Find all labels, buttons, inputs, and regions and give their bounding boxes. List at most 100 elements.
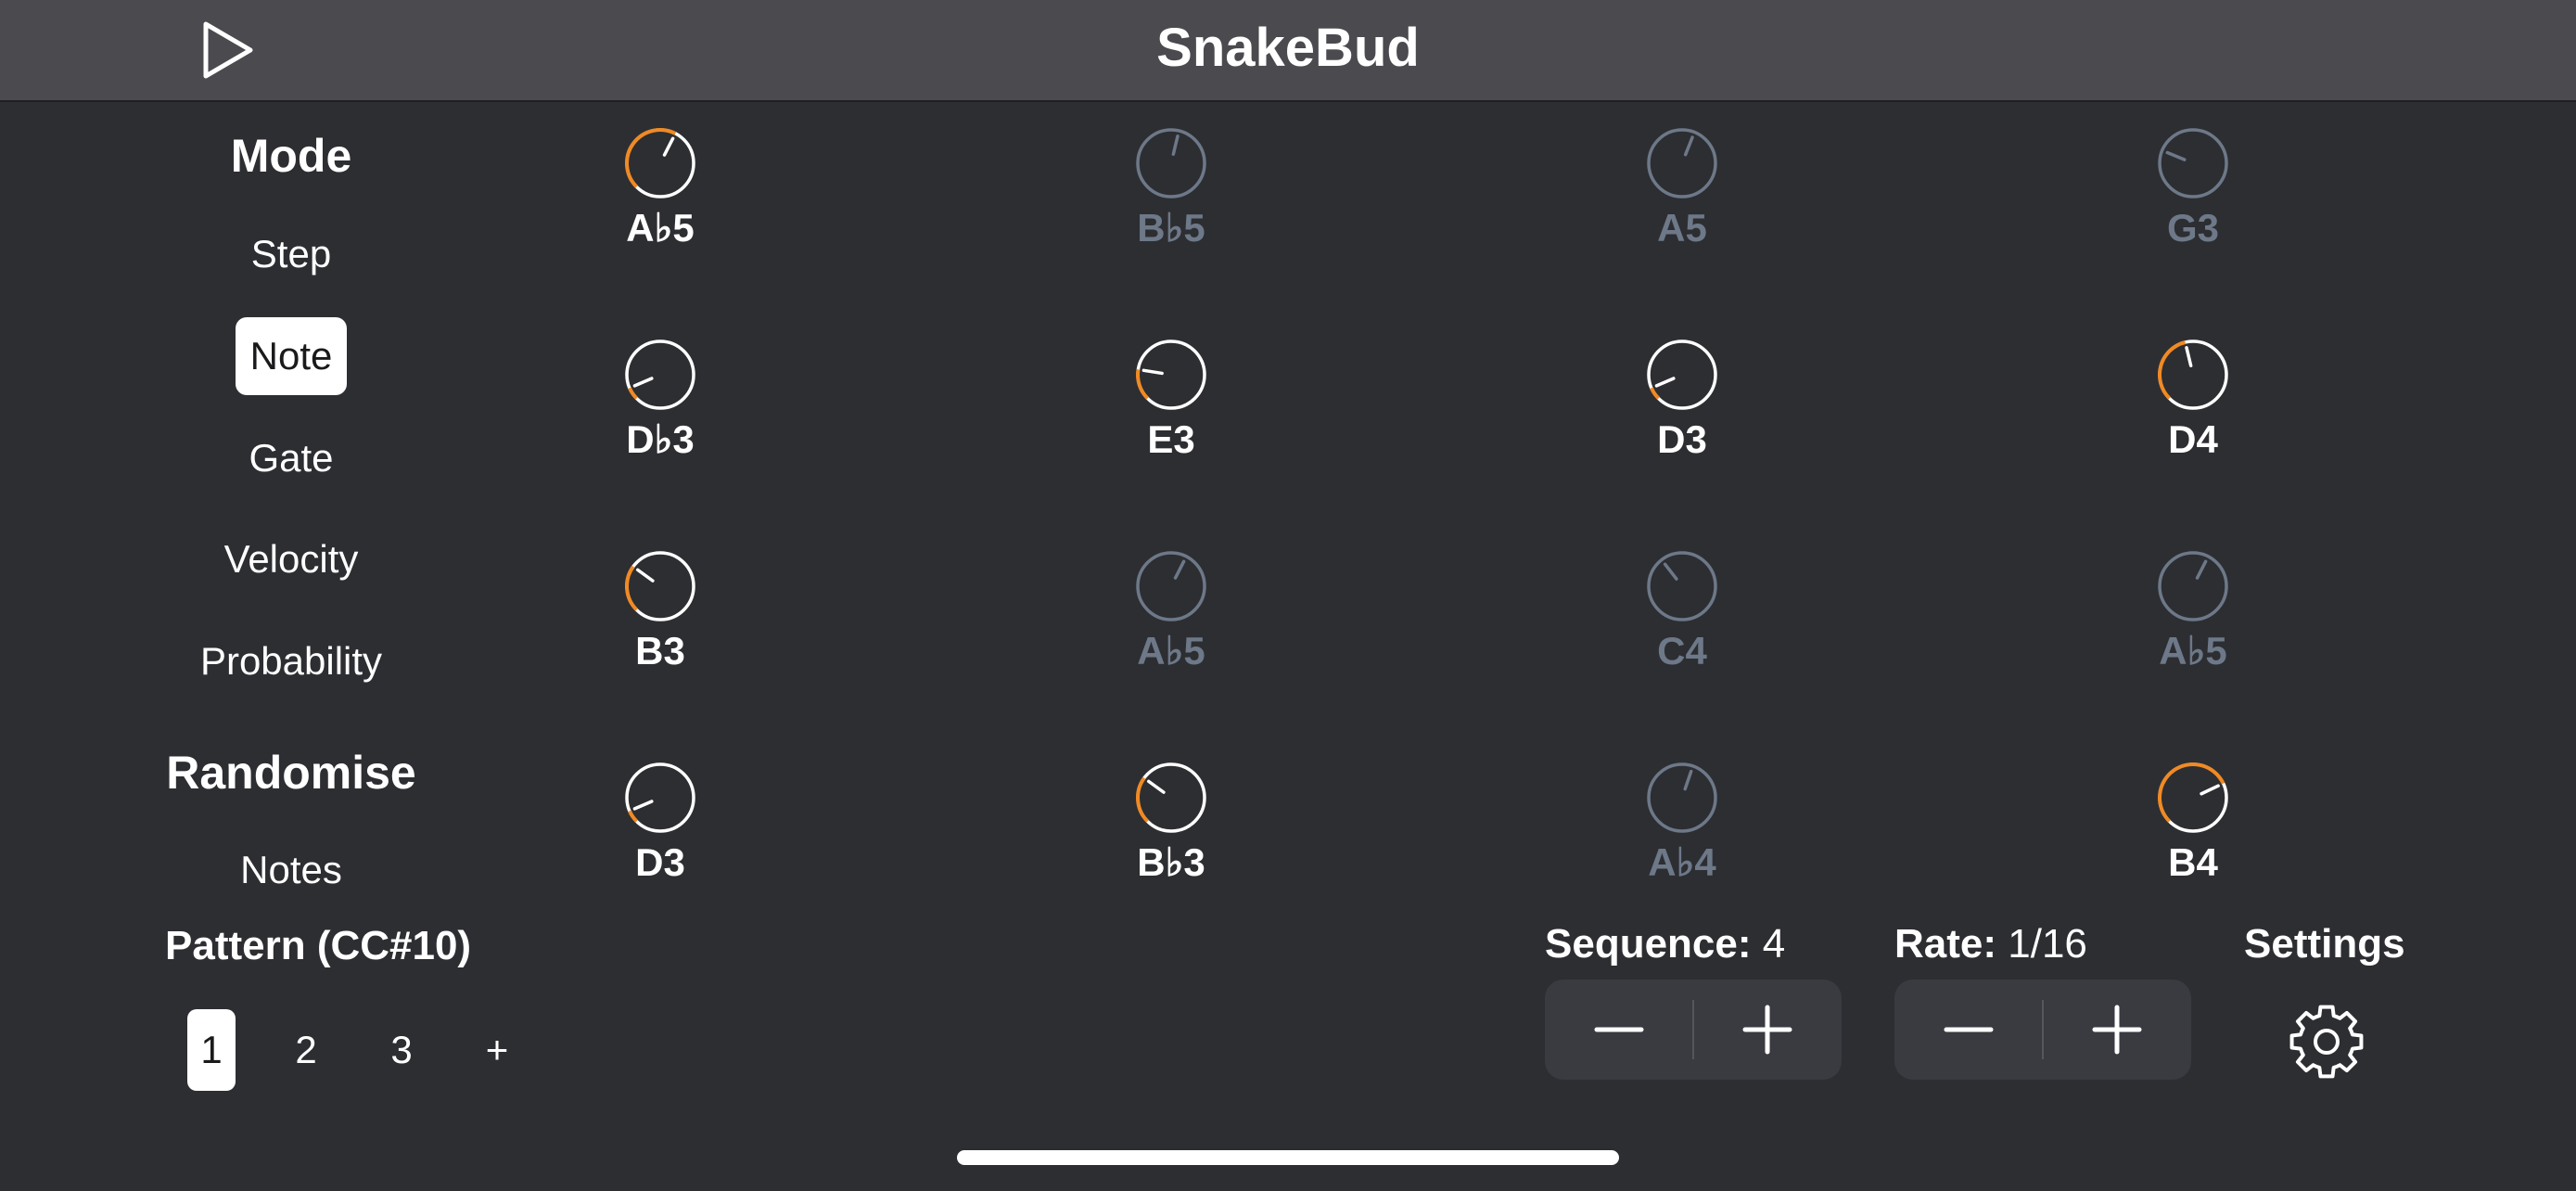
knob-value-arc — [1136, 776, 1150, 823]
randomise-notes[interactable]: Notes — [106, 831, 477, 909]
step-knob-5[interactable]: D♭3 — [549, 338, 772, 542]
knob-pointer — [1654, 377, 1676, 388]
mode-heading: Mode — [230, 130, 352, 182]
knob-pointer — [2195, 559, 2208, 580]
knob-note-label: D4 — [2168, 417, 2218, 461]
knob-note-label: D♭3 — [626, 417, 695, 461]
knob-pointer — [635, 568, 655, 583]
rate-stepper — [1894, 980, 2191, 1080]
knob-value-arc — [1650, 387, 1661, 400]
knob-value-arc — [2158, 762, 2225, 823]
step-knob-11[interactable]: C4 — [1571, 549, 1793, 753]
knob-ring — [1136, 128, 1206, 198]
knob-ring — [1136, 762, 1206, 833]
step-knob-10[interactable]: A♭5 — [1060, 549, 1282, 753]
knob-value-arc — [625, 128, 677, 188]
mode-gate[interactable]: Gate — [106, 419, 477, 497]
knob-note-label: A♭5 — [2159, 629, 2227, 672]
knob-dial — [1136, 128, 1206, 198]
mode-probability[interactable]: Probability — [106, 622, 477, 700]
knob-value-arc — [625, 565, 639, 611]
rate-label: Rate: — [1894, 921, 1997, 967]
knob-note-label: E3 — [1147, 417, 1195, 461]
mode-note[interactable]: Note — [106, 317, 477, 395]
knob-pointer — [2165, 150, 2187, 161]
knob-value-arc — [628, 387, 639, 400]
home-indicator — [957, 1150, 1619, 1165]
knob-pointer — [2185, 346, 2193, 368]
knob-pointer — [632, 377, 654, 388]
rate-increment-button[interactable] — [2043, 980, 2191, 1080]
settings-button[interactable] — [2285, 1000, 2368, 1083]
step-knob-7[interactable]: D3 — [1571, 338, 1793, 542]
knob-dial — [1136, 551, 1206, 621]
knob-note-label: A♭4 — [1648, 840, 1716, 884]
knob-ring — [1647, 762, 1717, 833]
knob-dial — [625, 762, 695, 833]
knob-ring — [625, 339, 695, 410]
knob-dial — [625, 339, 695, 410]
settings-label: Settings — [2244, 921, 2405, 967]
knob-ring — [625, 762, 695, 833]
knob-ring — [1136, 339, 1206, 410]
knob-value-arc — [628, 810, 639, 823]
knob-ring — [625, 551, 695, 621]
knob-dial — [2158, 339, 2228, 410]
knob-note-label: B4 — [2168, 840, 2218, 884]
app-title: SnakeBud — [1156, 18, 1420, 78]
knob-dial — [1647, 128, 1717, 198]
knob-value-arc — [1136, 369, 1150, 400]
step-knob-2[interactable]: B♭5 — [1060, 126, 1282, 330]
knob-ring — [1647, 551, 1717, 621]
knob-pointer — [1146, 779, 1166, 794]
rate-value: 1/16 — [2008, 921, 2087, 967]
knob-pointer — [632, 800, 654, 811]
sequence-value: 4 — [1762, 921, 1786, 967]
randomise-heading: Randomise — [166, 747, 416, 799]
knob-note-label: D3 — [635, 840, 685, 884]
sequence-stepper — [1545, 980, 1842, 1080]
knob-pointer — [1683, 135, 1694, 157]
step-knob-14[interactable]: B♭3 — [1060, 761, 1282, 965]
knob-pointer — [1683, 769, 1693, 791]
mode-note-label: Note — [235, 317, 348, 395]
step-knob-4[interactable]: G3 — [2082, 126, 2304, 330]
mode-velocity-label: Velocity — [223, 537, 359, 581]
mode-gate-label: Gate — [249, 436, 334, 480]
plus-icon — [2092, 1005, 2142, 1055]
sequence-decrement-button[interactable] — [1545, 980, 1693, 1080]
knob-note-label: B3 — [635, 629, 685, 672]
step-knob-9[interactable]: B3 — [549, 549, 772, 753]
knob-dial — [2158, 551, 2228, 621]
mode-velocity[interactable]: Velocity — [106, 520, 477, 598]
sequence-increment-button[interactable] — [1693, 980, 1842, 1080]
knob-pointer — [1663, 562, 1678, 581]
knob-pointer — [2200, 784, 2220, 796]
sequence-label: Sequence: — [1545, 921, 1752, 967]
pattern-heading: Pattern (CC#10) — [165, 923, 472, 968]
add-pattern-button[interactable]: + — [473, 1009, 521, 1091]
mode-step[interactable]: Step — [106, 215, 477, 293]
knob-ring — [1647, 339, 1717, 410]
header-bar: SnakeBud — [0, 0, 2576, 102]
rate-readout: Rate: 1/16 — [1894, 916, 2087, 972]
pattern-2[interactable]: 2 — [282, 1009, 330, 1091]
knob-pointer — [1171, 134, 1180, 157]
knob-ring — [2158, 128, 2228, 198]
step-knob-3[interactable]: A5 — [1571, 126, 1793, 330]
step-knob-8[interactable]: D4 — [2082, 338, 2304, 542]
knob-dial — [1136, 762, 1206, 833]
step-knob-6[interactable]: E3 — [1060, 338, 1282, 542]
knob-dial — [2158, 128, 2228, 198]
knob-note-label: C4 — [1657, 629, 1707, 672]
minus-icon — [1594, 1027, 1644, 1032]
knob-note-label: B♭5 — [1137, 206, 1205, 250]
pattern-3[interactable]: 3 — [377, 1009, 426, 1091]
step-knob-13[interactable]: D3 — [549, 761, 772, 965]
knob-ring — [1647, 128, 1717, 198]
rate-decrement-button[interactable] — [1894, 980, 2043, 1080]
pattern-1[interactable]: 1 — [187, 1009, 236, 1091]
plus-icon — [1742, 1005, 1792, 1055]
step-knob-12[interactable]: A♭5 — [2082, 549, 2304, 753]
step-knob-1[interactable]: A♭5 — [549, 126, 772, 330]
